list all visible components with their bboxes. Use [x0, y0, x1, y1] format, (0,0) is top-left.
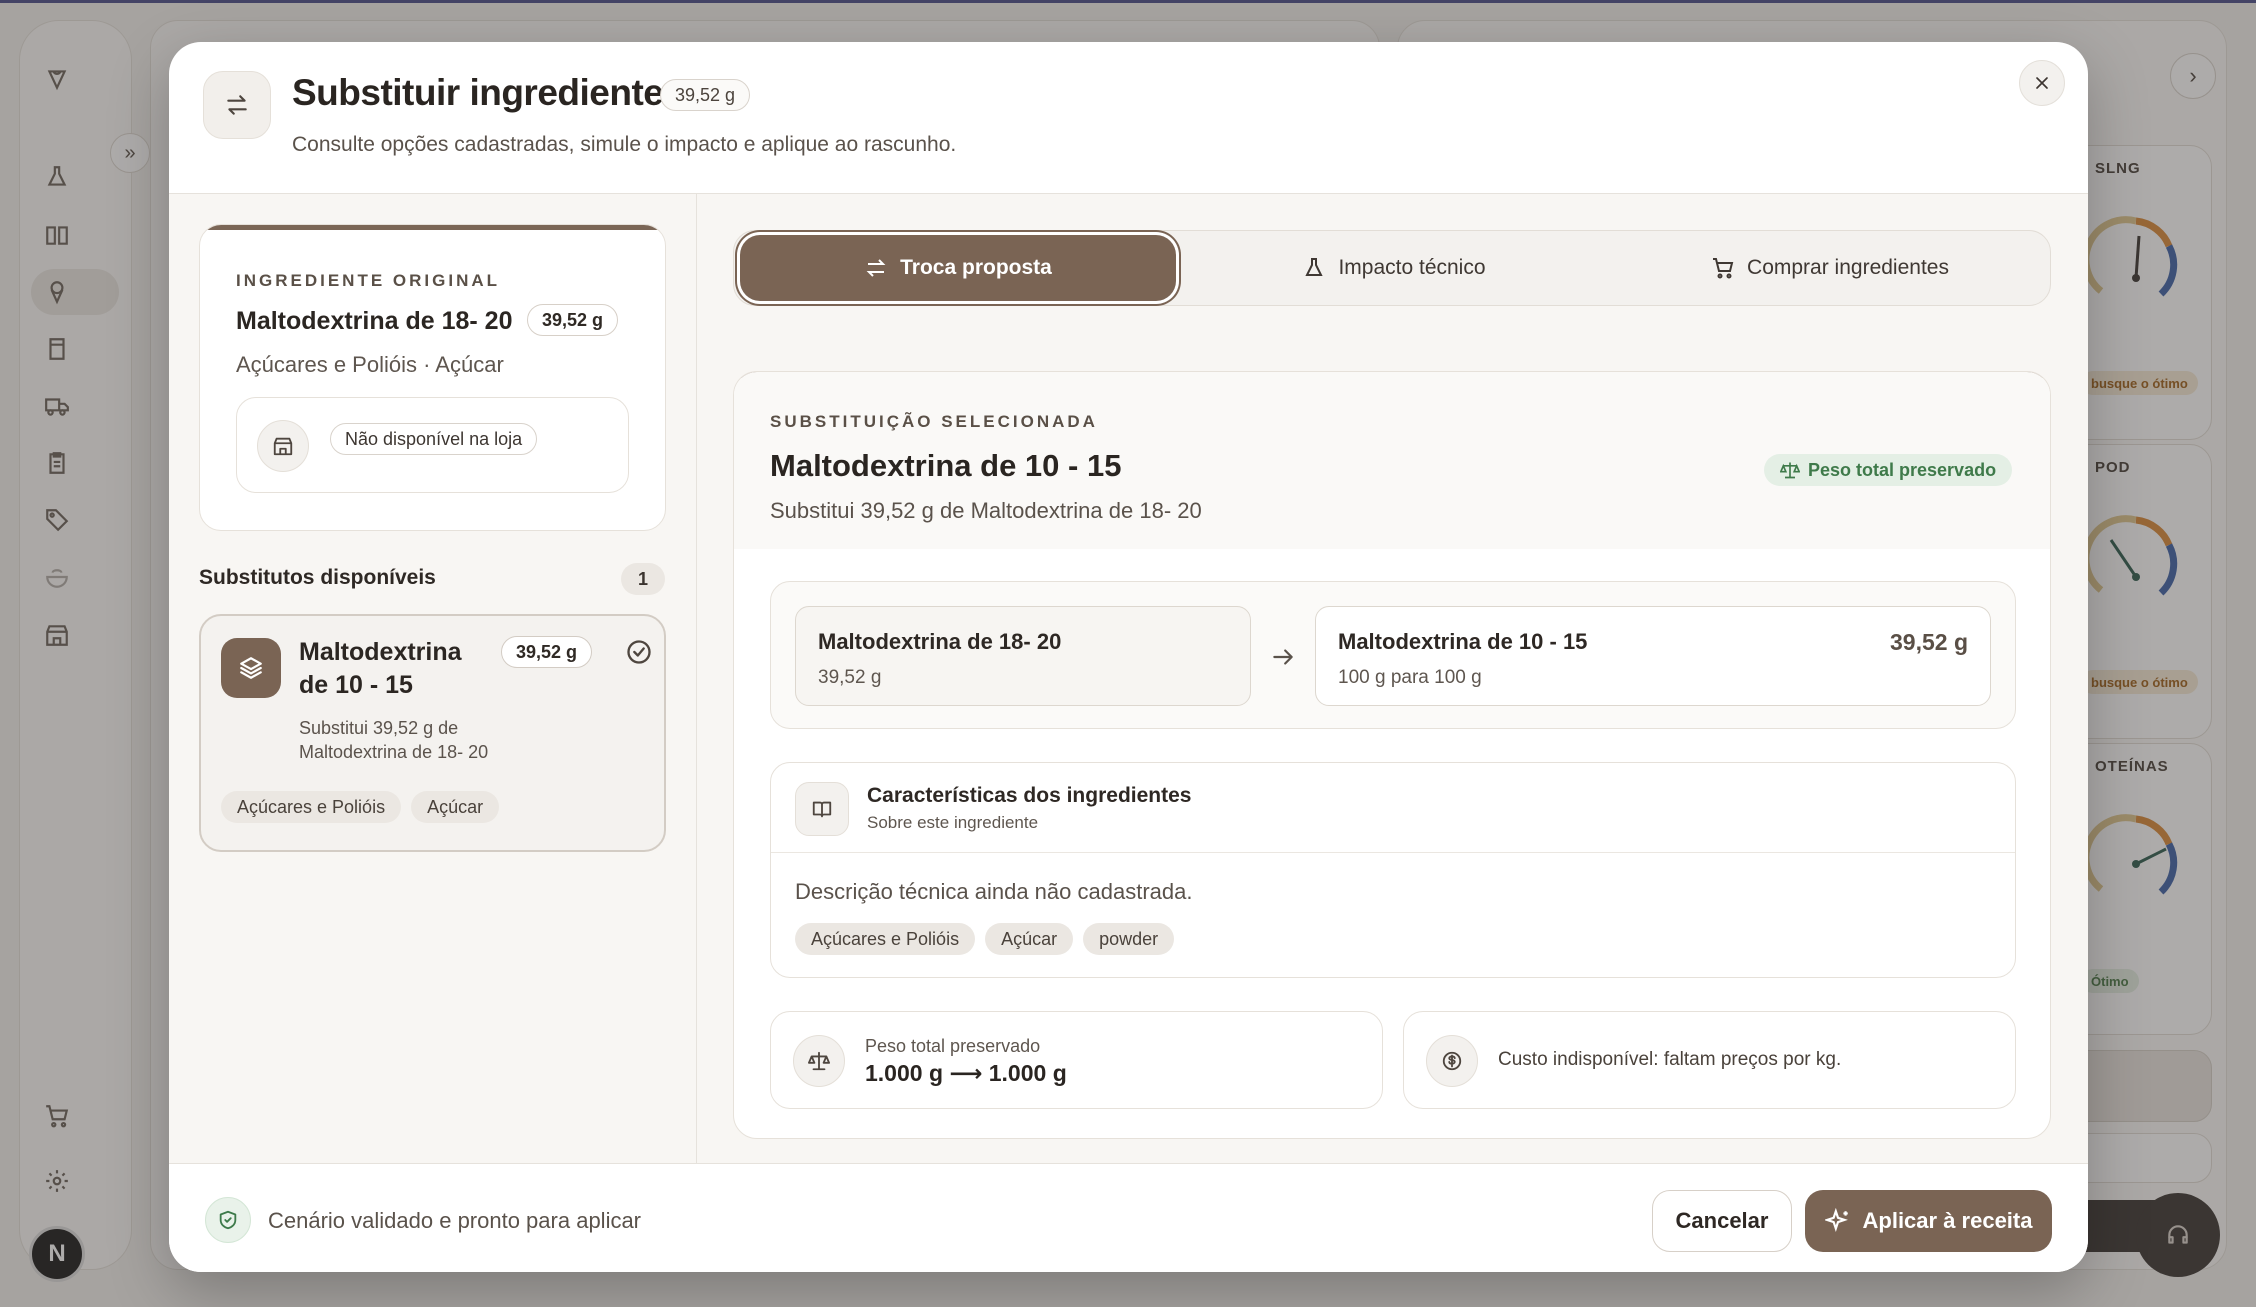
right-column: Troca proposta Impacto técnico Comprar i…	[697, 194, 2088, 1163]
swap-from-qty: 39,52 g	[818, 667, 882, 688]
weight-preserved-badge: Peso total preservado	[1764, 454, 2013, 486]
substitute-option[interactable]: Maltodextrina de 10 - 15 39,52 g Substit…	[199, 614, 666, 852]
weight-preserved-label: Peso total preservado	[1808, 459, 1997, 480]
apply-button-label: Aplicar à receita	[1862, 1208, 2033, 1233]
swap-to-name: Maltodextrina de 10 - 15	[1338, 629, 1588, 654]
characteristics-title: Características dos ingredientes	[867, 784, 1192, 807]
swap-to-ratio: 100 g para 100 g	[1338, 667, 1482, 688]
tag: Açúcar	[411, 791, 500, 823]
shield-check-icon	[205, 1197, 251, 1243]
tag: Açúcares e Polióis	[221, 791, 402, 823]
original-eyebrow: INGREDIENTE ORIGINAL	[236, 271, 501, 290]
swap-icon	[203, 71, 271, 139]
swap-to-card: Maltodextrina de 10 - 15 100 g para 100 …	[1315, 606, 1991, 706]
substitute-description: Substitui 39,52 g de Maltodextrina de 18…	[299, 718, 489, 762]
original-qty-badge: 39,52 g	[527, 304, 619, 336]
layers-icon	[221, 638, 281, 698]
swap-comparison: Maltodextrina de 18- 20 39,52 g Maltodex…	[770, 581, 2016, 729]
store-status-badge: Não disponível na loja	[330, 423, 538, 455]
total-weight-value: 1.000 g ⟶ 1.000 g	[865, 1060, 1067, 1086]
characteristics-description: Descrição técnica ainda não cadastrada.	[795, 879, 1193, 904]
substitute-name: Maltodextrina de 10 - 15	[299, 638, 462, 699]
tab-proposed-swap[interactable]: Troca proposta	[740, 235, 1176, 301]
modal-footer: Cenário validado e pronto para aplicar C…	[169, 1163, 2088, 1272]
substitutes-count-badge: 1	[621, 563, 665, 595]
selected-name: Maltodextrina de 10 - 15	[770, 448, 1122, 483]
total-weight-label: Peso total preservado	[865, 1036, 1041, 1056]
tab-technical-impact[interactable]: Impacto técnico	[1176, 235, 1612, 301]
open-book-icon	[795, 782, 849, 836]
cost-card: Custo indisponível: faltam preços por kg…	[1403, 1011, 2016, 1109]
close-icon	[2036, 77, 2048, 89]
swap-icon	[866, 259, 886, 277]
original-name: Maltodextrina de 18- 20	[236, 307, 513, 335]
left-column: INGREDIENTE ORIGINAL Maltodextrina de 18…	[169, 194, 697, 1163]
selected-substitution-header: SUBSTITUIÇÃO SELECIONADA Maltodextrina d…	[734, 372, 2050, 549]
substitute-ingredient-modal: Substituir ingrediente 39,52 g Consulte …	[169, 42, 2088, 1272]
dollar-icon	[1426, 1035, 1478, 1087]
swap-from-name: Maltodextrina de 18- 20	[818, 629, 1062, 654]
modal-title: Substituir ingrediente	[292, 72, 664, 113]
substitutes-title: Substitutos disponíveis	[199, 566, 436, 589]
validation-status: Cenário validado e pronto para aplicar	[268, 1208, 642, 1233]
modal-subtitle: Consulte opções cadastradas, simule o im…	[292, 133, 957, 156]
swap-from-card: Maltodextrina de 18- 20 39,52 g	[795, 606, 1251, 706]
tab-label: Impacto técnico	[1338, 256, 1486, 279]
selected-subtitle: Substitui 39,52 g de Maltodextrina de 18…	[770, 498, 1202, 523]
tab-label: Comprar ingredientes	[1747, 256, 1949, 279]
cart-icon	[1713, 258, 1734, 279]
tag: Açúcares e Polióis	[795, 923, 976, 955]
flask-icon	[1305, 258, 1324, 276]
check-circle-icon	[625, 638, 653, 666]
tag: powder	[1083, 923, 1175, 955]
substitute-qty-badge: 39,52 g	[501, 636, 593, 668]
characteristics-header: Características dos ingredientes Sobre e…	[771, 763, 2015, 853]
arrow-right-icon	[1263, 640, 1303, 674]
selected-eyebrow: SUBSTITUIÇÃO SELECIONADA	[770, 412, 1098, 431]
quantity-badge: 39,52 g	[660, 79, 751, 111]
tab-label: Troca proposta	[900, 256, 1052, 279]
close-button[interactable]	[2019, 60, 2065, 106]
modal-header: Substituir ingrediente 39,52 g Consulte …	[169, 42, 2088, 194]
total-weight-card: Peso total preservado 1.000 g ⟶ 1.000 g	[770, 1011, 1383, 1109]
original-ingredient-card: INGREDIENTE ORIGINAL Maltodextrina de 18…	[199, 224, 666, 531]
scale-icon	[793, 1035, 845, 1087]
selected-substitution-panel: SUBSTITUIÇÃO SELECIONADA Maltodextrina d…	[733, 371, 2051, 1139]
substitute-tags: Açúcares e Polióis Açúcar	[221, 791, 509, 823]
tag: Açúcar	[985, 923, 1074, 955]
original-category: Açúcares e Polióis · Açúcar	[236, 352, 504, 377]
sparkles-icon	[1824, 1208, 1848, 1233]
store-availability: Não disponível na loja	[236, 397, 629, 493]
scale-icon	[1780, 462, 1800, 479]
apply-button[interactable]: Aplicar à receita	[1805, 1190, 2052, 1252]
cost-text: Custo indisponível: faltam preços por kg…	[1498, 1049, 1842, 1070]
swap-to-qty: 39,52 g	[1890, 629, 1968, 655]
characteristics-card: Características dos ingredientes Sobre e…	[770, 762, 2016, 978]
tab-buy-ingredients[interactable]: Comprar ingredientes	[1612, 235, 2048, 301]
cancel-button[interactable]: Cancelar	[1652, 1190, 1792, 1252]
characteristics-subtitle: Sobre este ingrediente	[867, 813, 1039, 832]
store-icon	[257, 420, 309, 472]
characteristics-tags: Açúcares e Polióis Açúcar powder	[795, 923, 1184, 955]
tab-bar: Troca proposta Impacto técnico Comprar i…	[733, 230, 2051, 306]
